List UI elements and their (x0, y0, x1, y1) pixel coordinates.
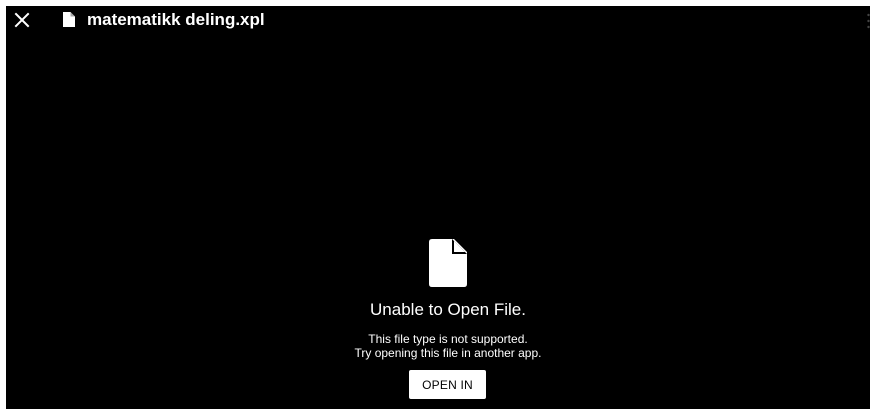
close-button[interactable] (12, 10, 32, 30)
file-viewer: matematikk deling.xpl Unable to Open Fil… (6, 6, 870, 409)
close-icon (14, 12, 30, 28)
open-in-button[interactable]: OPEN IN (409, 370, 486, 399)
overflow-menu-icon[interactable] (867, 13, 870, 29)
error-message-line-2: Try opening this file in another app. (354, 346, 542, 360)
file-title: matematikk deling.xpl (87, 10, 265, 29)
error-message-line-1: This file type is not supported. (368, 332, 528, 346)
unsupported-file-icon (429, 239, 467, 287)
error-title: Unable to Open File. (370, 300, 526, 319)
file-icon (63, 12, 75, 27)
